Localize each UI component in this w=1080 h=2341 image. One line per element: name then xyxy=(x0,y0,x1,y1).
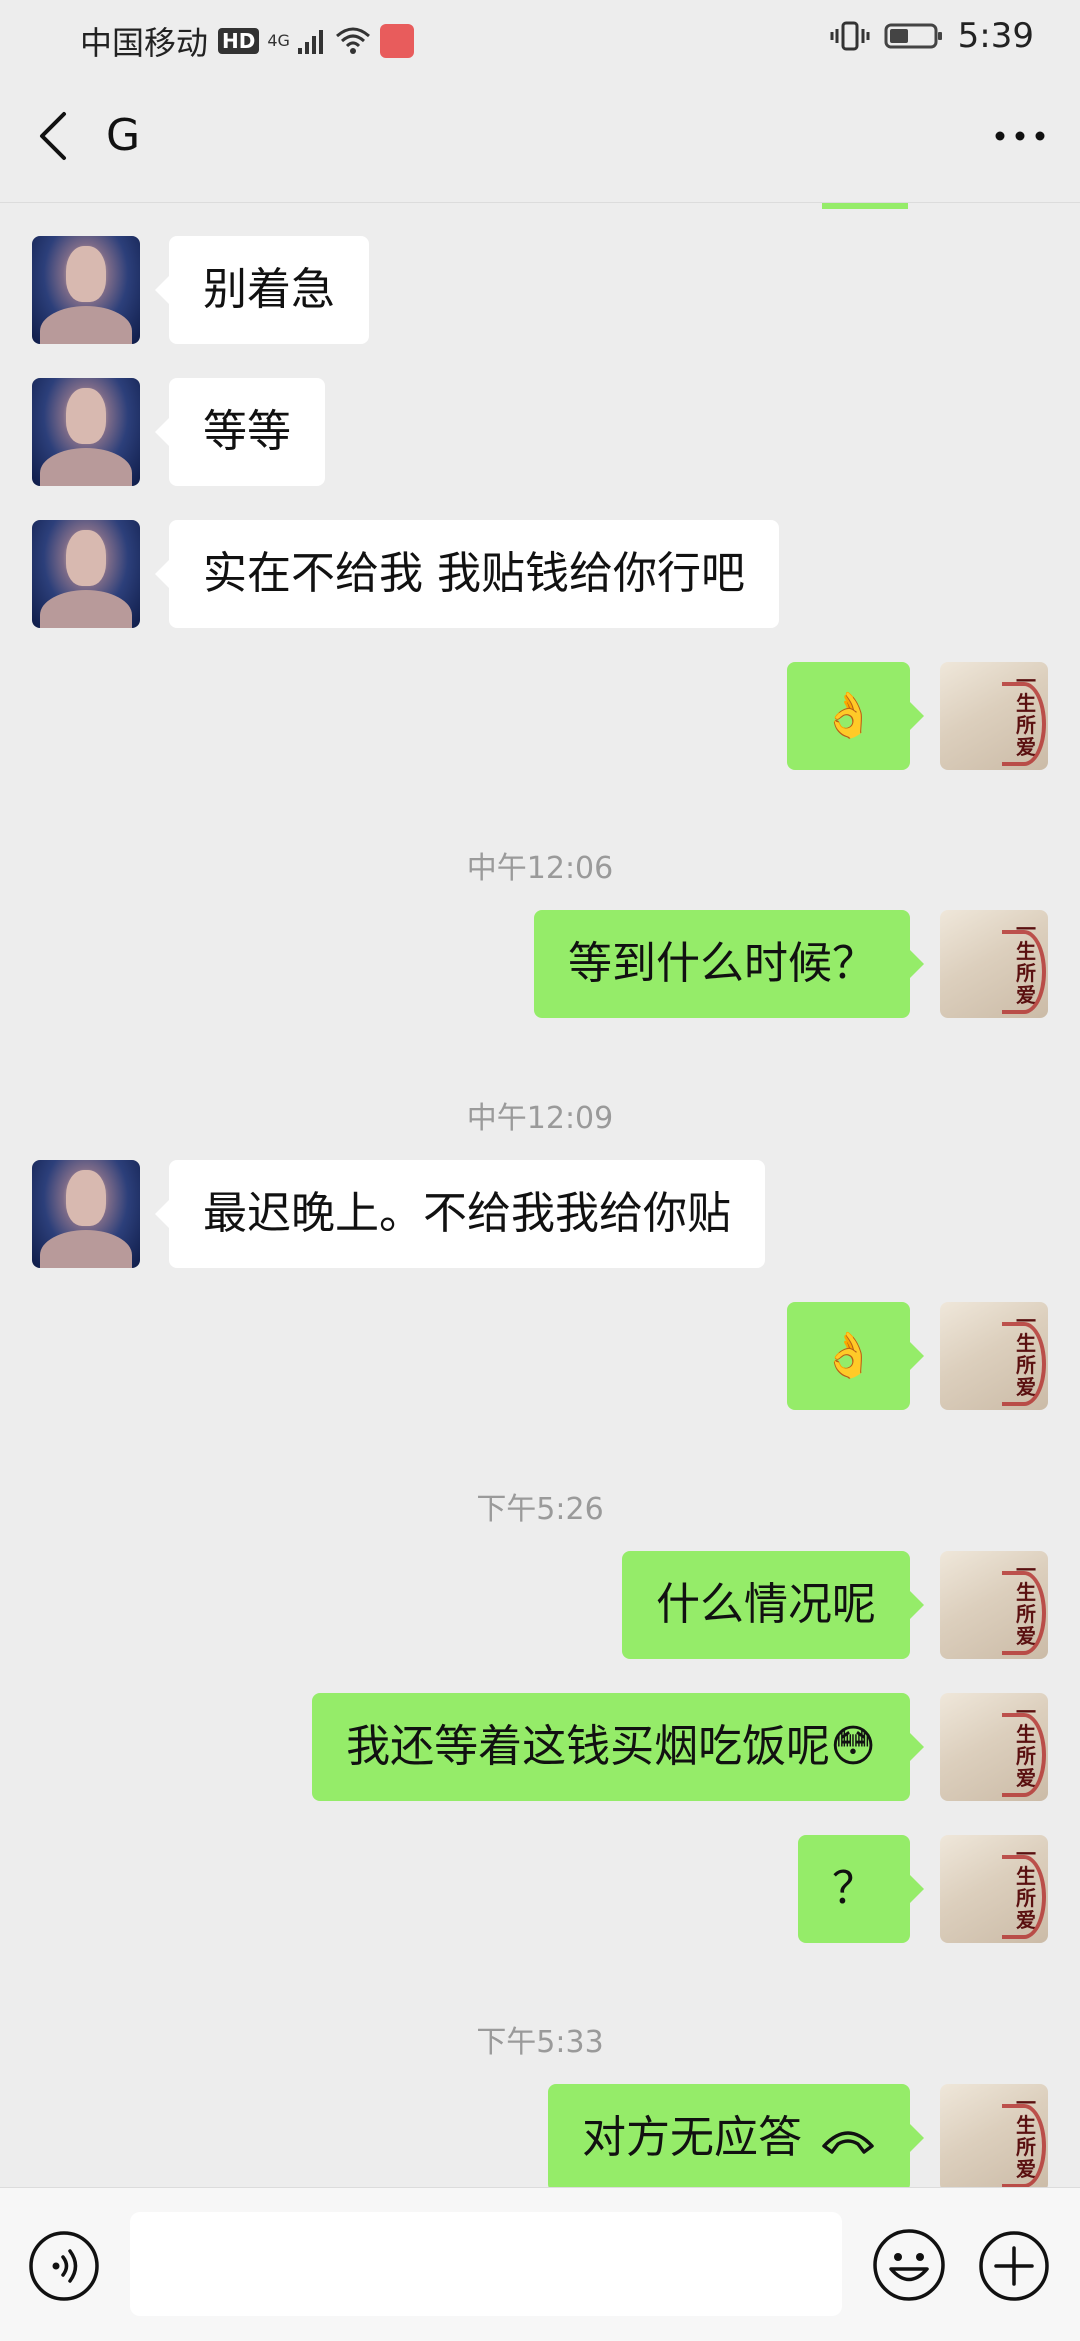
contact-avatar[interactable] xyxy=(32,378,140,486)
my-avatar[interactable]: 一生所爱 xyxy=(940,1302,1048,1410)
message-bubble[interactable]: 最迟晚上。不给我我给你贴 xyxy=(155,1160,765,1268)
more-options-icon[interactable] xyxy=(992,116,1048,156)
contact-avatar[interactable] xyxy=(32,520,140,628)
status-bar: 中国移动 HD 4G 5:39 xyxy=(0,0,1080,72)
huawei-share-icon xyxy=(379,24,414,58)
signal-icon xyxy=(297,30,323,54)
message-list[interactable]: 别着急 等等 实在不给我 我贴钱给你行吧 👌 一生所爱 中午12:06 等到什么… xyxy=(0,203,1080,2187)
my-avatar[interactable]: 一生所爱 xyxy=(940,2084,1048,2187)
call-status-text: 对方无应答 xyxy=(582,2112,802,2163)
contact-avatar[interactable] xyxy=(32,236,140,344)
carrier-name: 中国移动 xyxy=(80,24,209,62)
avatar-calligraphy: 一生所爱 xyxy=(1016,917,1036,1007)
chat-title: G xyxy=(106,110,141,161)
status-left: 中国移动 HD 4G xyxy=(80,18,414,64)
my-avatar[interactable]: 一生所爱 xyxy=(940,1693,1048,1801)
ok-hand-emoji: 👌 xyxy=(821,1330,876,1381)
message-timestamp: 下午5:33 xyxy=(476,2025,604,2060)
hd-badge: HD xyxy=(218,28,260,54)
chat-header: G xyxy=(0,72,1080,203)
message-timestamp: 中午12:06 xyxy=(466,851,614,886)
input-bar xyxy=(0,2187,1080,2341)
message-input[interactable] xyxy=(130,2212,842,2316)
wifi-icon xyxy=(335,27,370,54)
partial-message-bubble xyxy=(822,203,908,209)
message-bubble[interactable]: 等到什么时候？ xyxy=(534,910,924,1018)
clock-time: 5:39 xyxy=(957,16,1034,56)
ok-hand-emoji: 👌 xyxy=(821,690,876,741)
avatar-calligraphy: 一生所爱 xyxy=(1016,1558,1036,1648)
vibrate-icon xyxy=(830,21,870,51)
back-arrow-icon[interactable] xyxy=(30,108,78,164)
message-timestamp: 中午12:09 xyxy=(466,1101,614,1136)
network-type: 4G xyxy=(267,31,290,50)
message-bubble[interactable]: ？ xyxy=(798,1835,924,1943)
message-bubble[interactable]: 等等 xyxy=(155,378,325,486)
message-timestamp: 下午5:26 xyxy=(476,1492,604,1527)
my-avatar[interactable]: 一生所爱 xyxy=(940,1551,1048,1659)
message-bubble[interactable]: 👌 xyxy=(787,662,924,770)
contact-avatar[interactable] xyxy=(32,1160,140,1268)
my-avatar[interactable]: 一生所爱 xyxy=(940,910,1048,1018)
status-right: 5:39 xyxy=(830,16,1034,56)
avatar-calligraphy: 一生所爱 xyxy=(1016,669,1036,759)
avatar-calligraphy: 一生所爱 xyxy=(1016,1309,1036,1399)
message-bubble[interactable]: 什么情况呢 xyxy=(622,1551,924,1659)
message-bubble[interactable]: 实在不给我 我贴钱给你行吧 xyxy=(155,520,779,628)
my-avatar[interactable]: 一生所爱 xyxy=(940,1835,1048,1943)
smiley-icon[interactable] xyxy=(872,2228,946,2302)
battery-icon xyxy=(884,23,942,49)
avatar-calligraphy: 一生所爱 xyxy=(1016,1842,1036,1932)
voice-icon[interactable] xyxy=(28,2230,100,2302)
plus-icon[interactable] xyxy=(978,2230,1050,2302)
message-bubble[interactable]: 别着急 xyxy=(155,236,369,344)
message-bubble[interactable]: 👌 xyxy=(787,1302,924,1410)
hangup-icon xyxy=(822,2131,874,2154)
call-record-bubble[interactable]: 对方无应答 xyxy=(548,2084,924,2187)
message-bubble[interactable]: 我还等着这钱买烟吃饭呢😳 xyxy=(312,1693,924,1801)
my-avatar[interactable]: 一生所爱 xyxy=(940,662,1048,770)
avatar-calligraphy: 一生所爱 xyxy=(1016,1700,1036,1790)
avatar-calligraphy: 一生所爱 xyxy=(1016,2091,1036,2181)
